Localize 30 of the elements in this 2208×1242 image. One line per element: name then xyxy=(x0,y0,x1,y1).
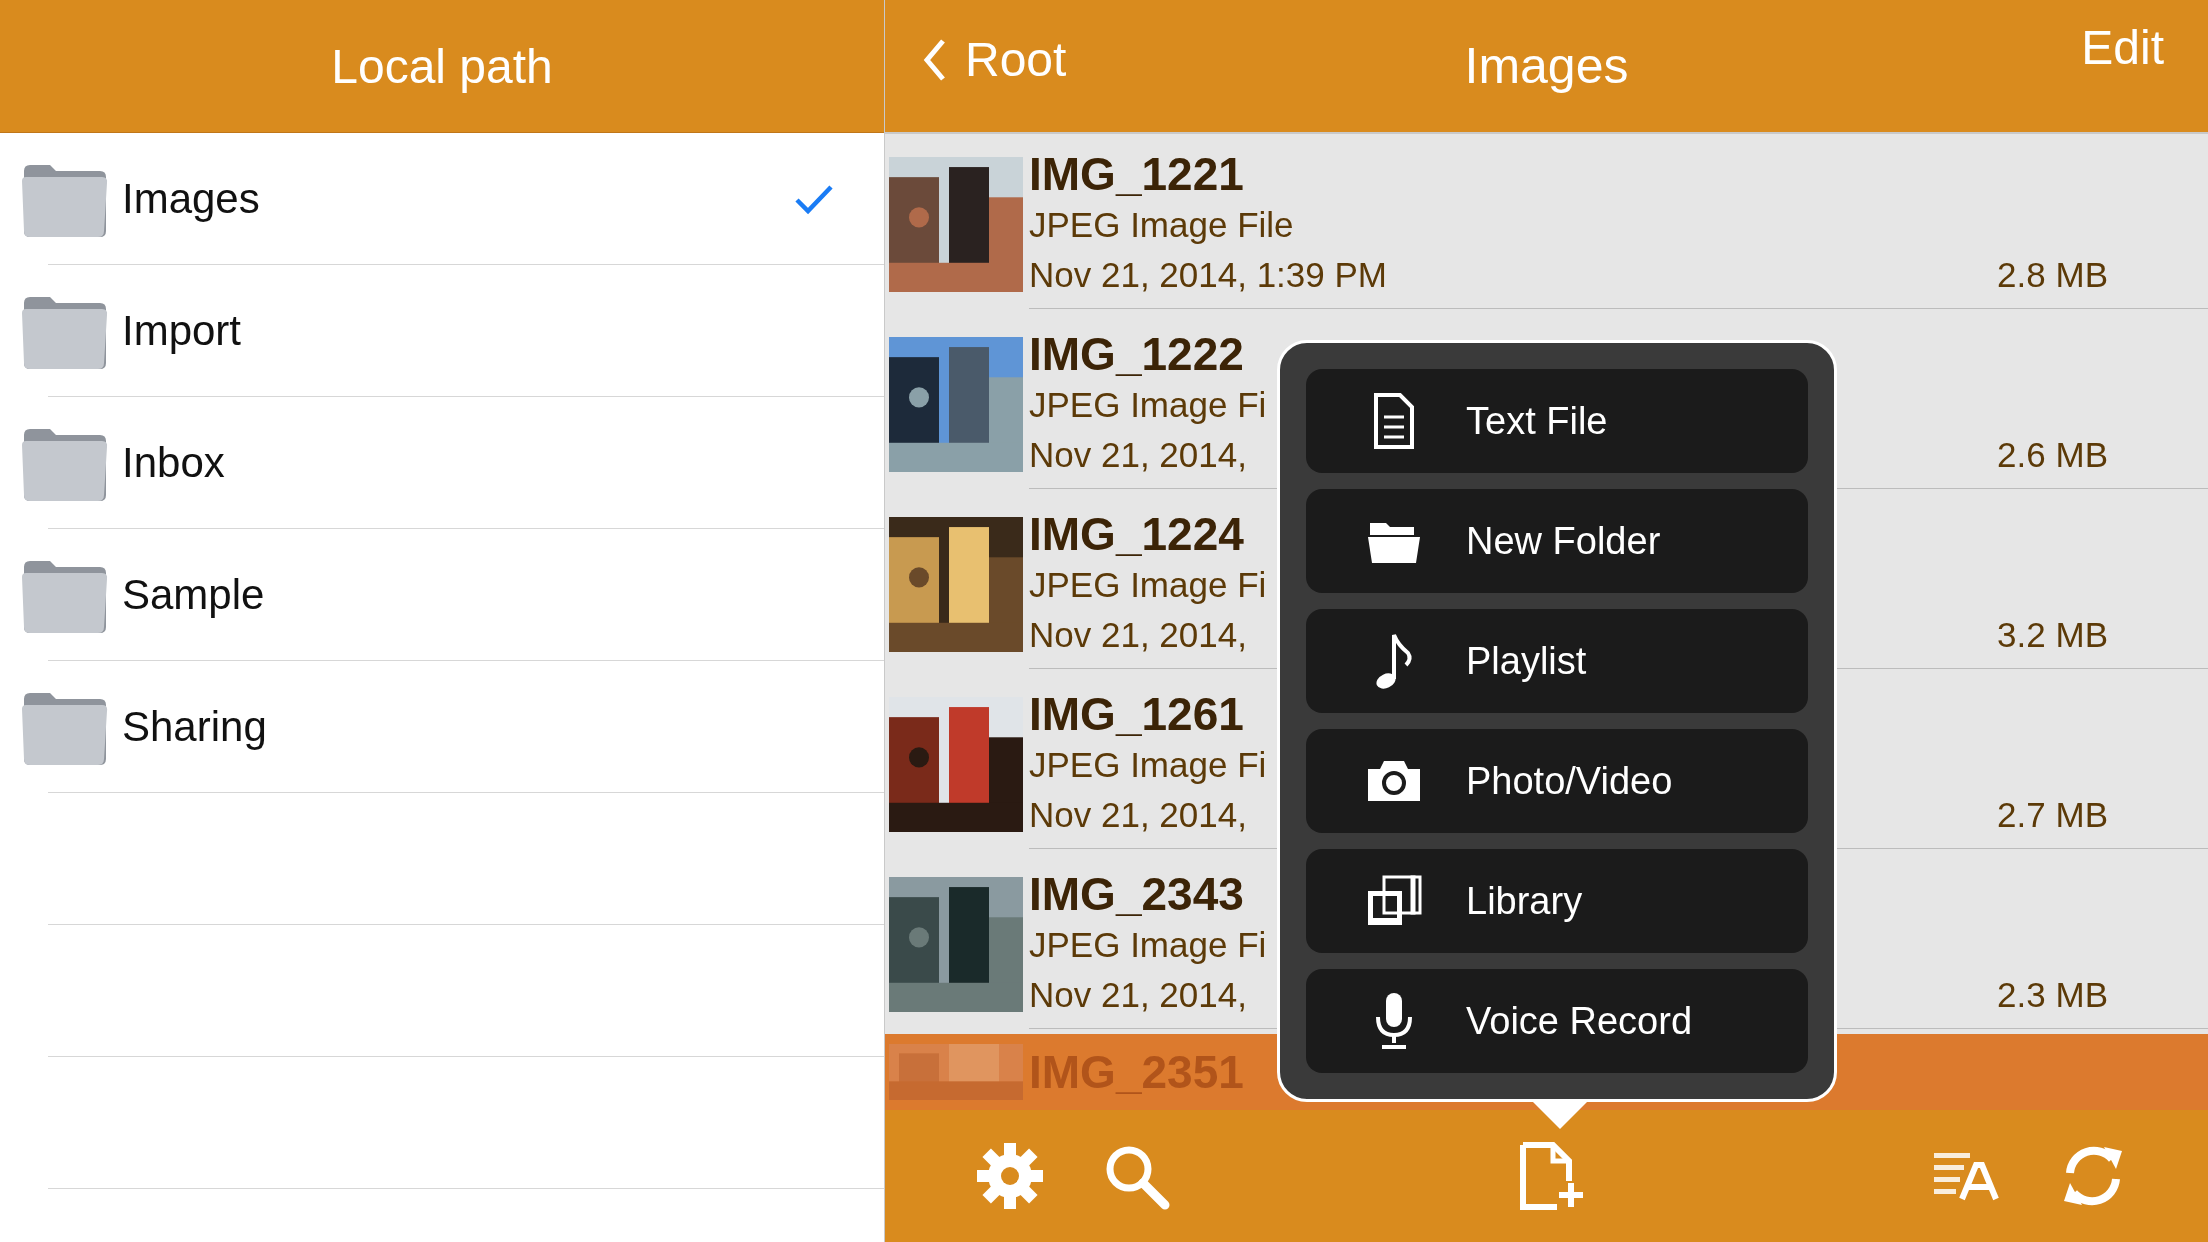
file-date: Nov 21, 2014, xyxy=(1029,613,1247,656)
file-size: 2.3 MB xyxy=(1997,973,2108,1016)
file-date: Nov 21, 2014, xyxy=(1029,793,1247,836)
file-size: 2.6 MB xyxy=(1997,433,2108,476)
file-type: JPEG Image Fi xyxy=(1029,383,1267,426)
panel-title: Local path xyxy=(331,38,553,94)
menu-item[interactable]: Text File xyxy=(1306,369,1808,473)
menu-item[interactable]: New Folder xyxy=(1306,489,1808,593)
file-name: IMG_1224 xyxy=(1029,507,1244,560)
menu-item[interactable]: Voice Record xyxy=(1306,969,1808,1073)
file-size: 3.2 MB xyxy=(1997,613,2108,656)
folder-title: Images xyxy=(1464,37,1629,95)
file-type: JPEG Image Fi xyxy=(1029,563,1267,606)
menu-item[interactable]: Library xyxy=(1306,849,1808,953)
file-name: IMG_1221 xyxy=(1029,147,1244,200)
file-date: Nov 21, 2014, 1:39 PM xyxy=(1029,253,1387,296)
file-type: JPEG Image Fi xyxy=(1029,923,1267,966)
menu-item[interactable]: Playlist xyxy=(1306,609,1808,713)
file-size: 2.8 MB xyxy=(1997,253,2108,296)
file-type: JPEG Image Fi xyxy=(1029,743,1267,786)
menu-item[interactable]: Photo/Video xyxy=(1306,729,1808,833)
file-type: JPEG Image File xyxy=(1029,203,1294,246)
file-date: Nov 21, 2014, xyxy=(1029,433,1247,476)
settings-icon[interactable] xyxy=(975,1141,1045,1211)
file-name: IMG_2343 xyxy=(1029,867,1244,920)
file-size: 2.7 MB xyxy=(1997,793,2108,836)
chevron-icon xyxy=(923,37,947,82)
file-date: Nov 21, 2014, xyxy=(1029,973,1247,1016)
file-name: IMG_1261 xyxy=(1029,687,1244,740)
file-name: IMG_1222 xyxy=(1029,327,1244,380)
